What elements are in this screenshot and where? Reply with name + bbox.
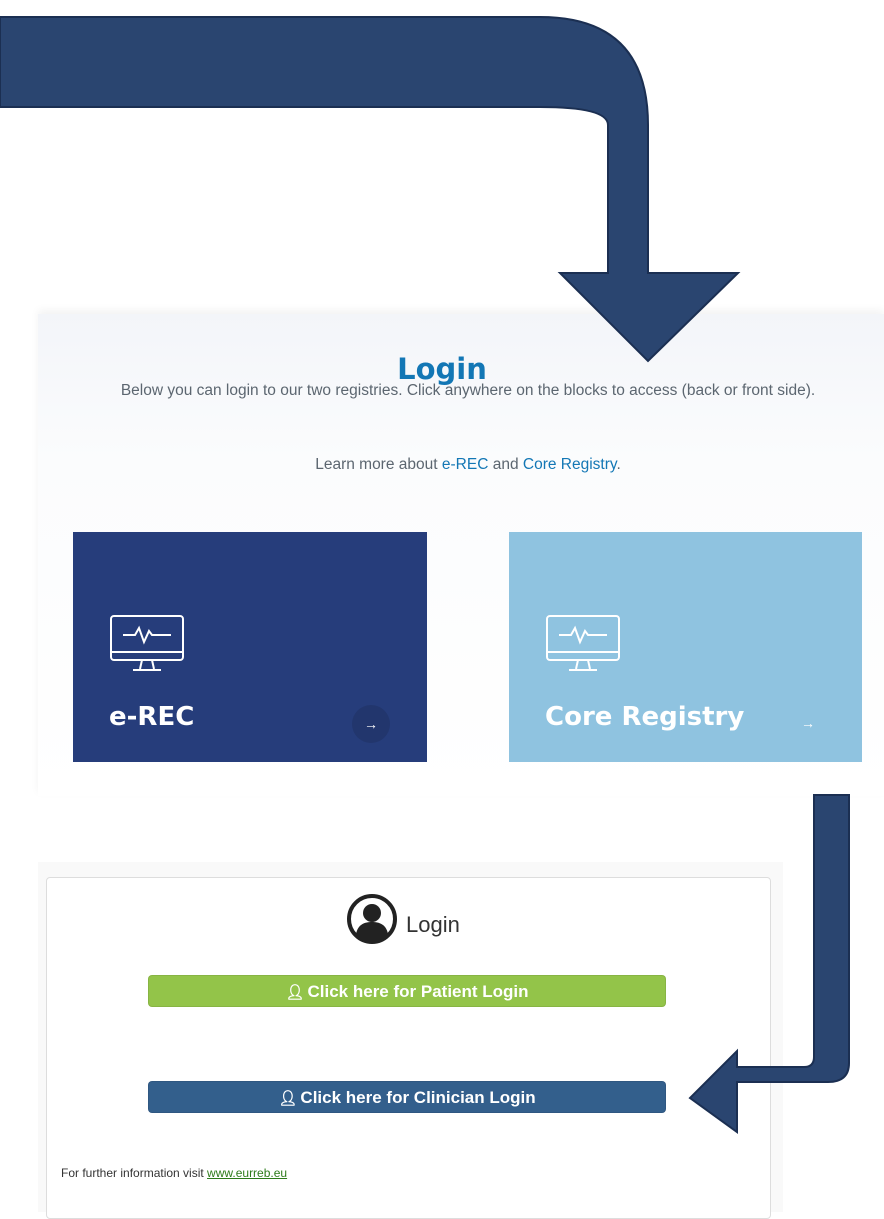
user-icon: 👤︎	[285, 984, 305, 1001]
clinician-login-button[interactable]: 👤︎ Click here for Clinician Login	[148, 1081, 666, 1113]
info-text: For further information visit www.eurreb…	[61, 1166, 287, 1180]
learn-more-mid: and	[488, 456, 523, 473]
monitor-heartbeat-icon	[546, 615, 620, 671]
patient-login-label: Click here for Patient Login	[307, 982, 529, 1001]
login-box-title: Login	[406, 912, 460, 937]
learn-more-suffix: .	[616, 456, 621, 473]
erec-card-title: e-REC	[109, 702, 195, 732]
patient-login-button[interactable]: 👤︎ Click here for Patient Login	[148, 975, 666, 1007]
info-prefix: For further information visit	[61, 1166, 208, 1180]
intro-text: Below you can login to our two registrie…	[120, 382, 816, 399]
core-registry-card[interactable]: Core Registry →	[509, 532, 862, 762]
learn-more-text: Learn more about e-REC and Core Registry…	[0, 456, 884, 474]
user-md-icon: 👤︎	[278, 1090, 298, 1107]
core-registry-card-title: Core Registry	[545, 702, 745, 732]
erec-arrow-button[interactable]: →	[352, 705, 390, 743]
erec-card[interactable]: e-REC →	[73, 532, 427, 762]
core-registry-link[interactable]: Core Registry	[523, 456, 617, 473]
page-title: Login	[397, 352, 487, 386]
curved-down-arrow	[0, 16, 741, 363]
monitor-heartbeat-icon	[110, 615, 184, 671]
erec-link[interactable]: e-REC	[442, 456, 489, 473]
user-circle-icon	[347, 894, 397, 944]
core-registry-arrow-button[interactable]: →	[789, 704, 827, 742]
clinician-login-label: Click here for Clinician Login	[300, 1088, 536, 1107]
learn-more-prefix: Learn more about	[315, 456, 442, 473]
eurreb-link[interactable]: www.eurreb.eu	[207, 1166, 287, 1180]
